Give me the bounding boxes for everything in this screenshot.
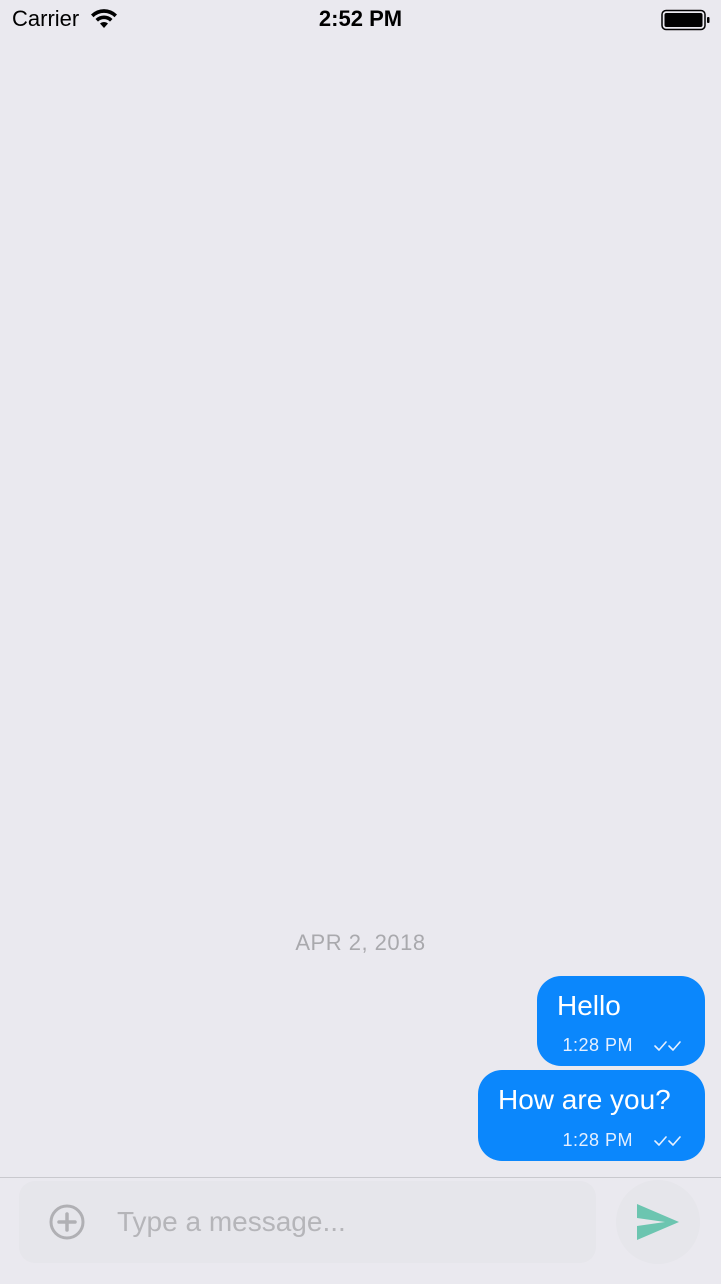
message-time: 1:28 PM <box>562 1035 633 1055</box>
message-text: Hello <box>557 990 621 1021</box>
double-check-icon <box>654 1135 681 1146</box>
status-time: 2:52 PM <box>318 6 403 31</box>
battery-icon <box>661 9 710 31</box>
plus-circle-icon[interactable] <box>48 1203 86 1241</box>
message-bubble[interactable]: How are you? 1:28 PM <box>478 1070 705 1161</box>
chat-area[interactable]: APR 2, 2018 Hello 1:28 PM How are you? 1… <box>0 40 721 1177</box>
date-separator: APR 2, 2018 <box>295 930 426 955</box>
send-icon <box>637 1204 679 1240</box>
composer-bar <box>0 1177 721 1284</box>
message-meta: 1:28 PM <box>562 1130 685 1151</box>
message-input[interactable] <box>117 1181 577 1263</box>
double-check-icon <box>654 1040 681 1051</box>
message-bubble[interactable]: Hello 1:28 PM <box>537 976 705 1066</box>
status-bar: Carrier 2:52 PM <box>0 0 721 40</box>
message-meta: 1:28 PM <box>562 1035 685 1056</box>
message-text: How are you? <box>498 1084 671 1115</box>
send-button[interactable] <box>616 1180 700 1264</box>
message-input-container[interactable] <box>19 1181 596 1263</box>
message-time: 1:28 PM <box>562 1130 633 1150</box>
